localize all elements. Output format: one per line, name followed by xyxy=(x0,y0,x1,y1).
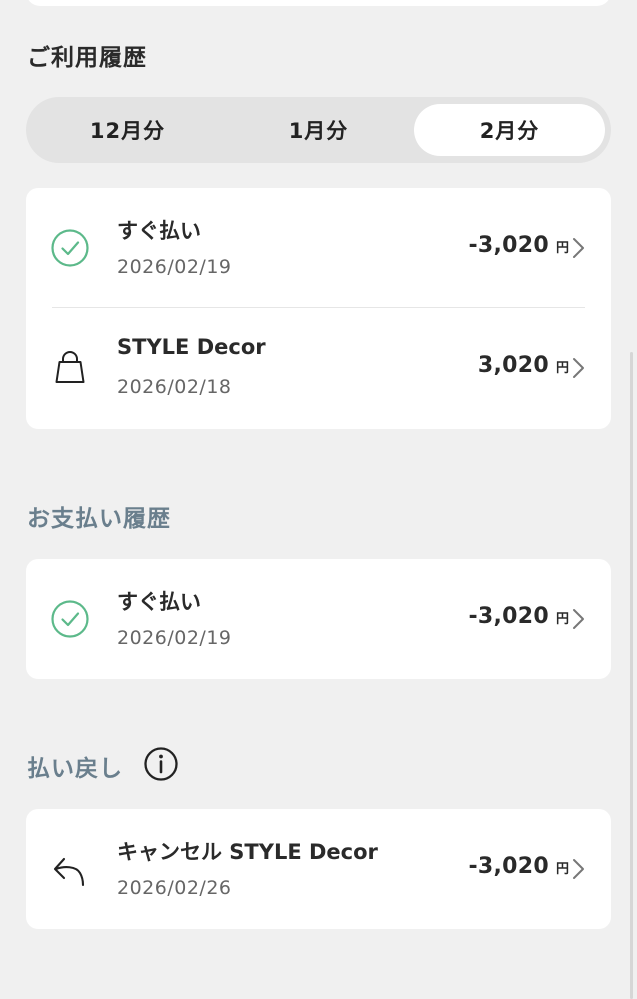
item-amount: -3,020 円 xyxy=(468,604,573,629)
chevron-right-icon xyxy=(573,358,584,378)
refund-list: キャンセル STYLE Decor 2026/02/26 -3,020 円 xyxy=(26,809,611,929)
item-title: キャンセル STYLE Decor xyxy=(117,840,378,864)
item-date: 2026/02/26 xyxy=(117,877,232,899)
list-item[interactable]: すぐ払い 2026/02/19 -3,020 円 xyxy=(26,188,611,308)
usage-history-screen: ご利用履歴 12月分 1月分 2月分 すぐ払い 2026/02/19 -3,02… xyxy=(0,0,637,999)
tab-february[interactable]: 2月分 xyxy=(414,104,605,156)
tab-january[interactable]: 1月分 xyxy=(223,104,414,156)
list-item[interactable]: すぐ払い 2026/02/19 -3,020 円 xyxy=(26,559,611,679)
check-circle-icon xyxy=(50,228,90,268)
item-date: 2026/02/19 xyxy=(117,256,232,278)
refund-title: 払い戻し xyxy=(27,756,123,782)
info-icon[interactable] xyxy=(143,746,179,782)
item-amount: -3,020 円 xyxy=(468,854,573,879)
undo-arrow-icon xyxy=(50,849,90,889)
payment-history-title: お支払い履歴 xyxy=(27,506,171,532)
usage-history-list: すぐ払い 2026/02/19 -3,020 円 STYLE Decor 202… xyxy=(26,188,611,429)
month-tabs: 12月分 1月分 2月分 xyxy=(26,97,611,163)
item-date: 2026/02/18 xyxy=(117,376,232,398)
scrollbar[interactable] xyxy=(630,352,633,999)
list-item[interactable]: キャンセル STYLE Decor 2026/02/26 -3,020 円 xyxy=(26,809,611,929)
item-date: 2026/02/19 xyxy=(117,627,232,649)
chevron-right-icon xyxy=(573,609,584,629)
amount-value: -3,020 xyxy=(468,854,549,879)
shopping-bag-icon xyxy=(50,348,90,388)
amount-value: -3,020 xyxy=(468,604,549,629)
chevron-right-icon xyxy=(573,859,584,879)
list-item[interactable]: STYLE Decor 2026/02/18 3,020 円 xyxy=(26,308,611,429)
check-circle-icon xyxy=(50,599,90,639)
item-title: すぐ払い xyxy=(117,590,201,614)
item-amount: -3,020 円 xyxy=(468,233,573,258)
usage-history-title: ご利用履歴 xyxy=(27,45,147,71)
previous-card-edge xyxy=(26,0,611,6)
amount-value: -3,020 xyxy=(468,233,549,258)
tab-december[interactable]: 12月分 xyxy=(32,104,223,156)
item-title: STYLE Decor xyxy=(117,335,266,359)
item-title: すぐ払い xyxy=(117,219,201,243)
payment-history-list: すぐ払い 2026/02/19 -3,020 円 xyxy=(26,559,611,679)
amount-value: 3,020 xyxy=(477,353,549,378)
item-amount: 3,020 円 xyxy=(478,353,573,378)
chevron-right-icon xyxy=(573,238,584,258)
